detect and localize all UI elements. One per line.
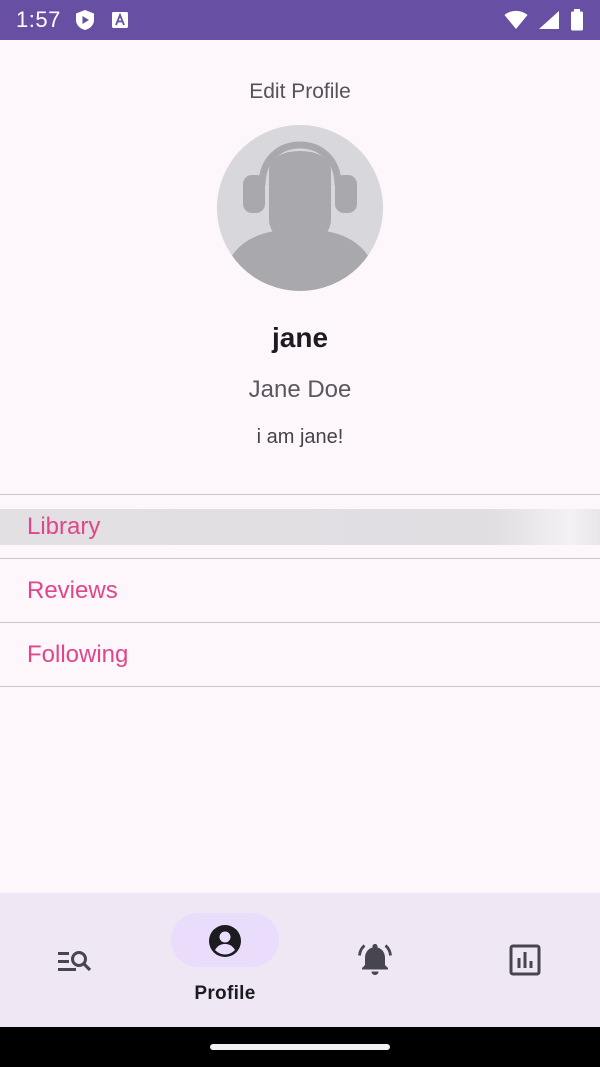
divider [0,494,600,495]
edit-profile-button[interactable]: Edit Profile [0,80,600,104]
home-gesture-handle[interactable] [210,1044,390,1050]
menu-item-label: Following [27,640,129,668]
nav-label-profile: Profile [194,983,256,1004]
nav-item-profile[interactable]: Profile [150,893,300,1027]
status-time: 1:57 [16,7,61,32]
notifications-active-icon [357,941,393,982]
system-gesture-area [0,1027,600,1067]
menu-item-following[interactable]: Following [0,623,600,686]
menu-item-reviews[interactable]: Reviews [0,559,600,622]
bio: i am jane! [256,426,344,448]
nav-item-notifications[interactable] [300,893,450,1027]
menu-item-library[interactable]: Library [0,509,600,545]
nav-item-search[interactable] [0,893,150,1027]
status-bar: 1:57 [0,0,600,40]
default-avatar-headphones-icon [217,125,383,291]
bar-chart-icon [509,944,541,981]
play-protect-icon [75,9,95,31]
search-list-icon [57,949,93,978]
full-name: Jane Doe [248,376,352,403]
bottom-navigation: Profile [0,893,600,1027]
wifi-icon [504,10,528,30]
menu-item-label: Reviews [27,576,118,604]
menu-item-label: Library [27,513,101,540]
signal-icon [538,10,560,30]
nav-item-stats[interactable] [450,893,600,1027]
username: jane [271,322,329,353]
divider [0,686,600,687]
avatar[interactable] [217,125,383,291]
battery-icon [570,9,584,31]
profile-screen: 1:57 Edit Profile jane Jane Doe i am jan… [0,0,600,1067]
text-recognition-icon [111,11,129,29]
account-circle-icon [208,924,242,963]
